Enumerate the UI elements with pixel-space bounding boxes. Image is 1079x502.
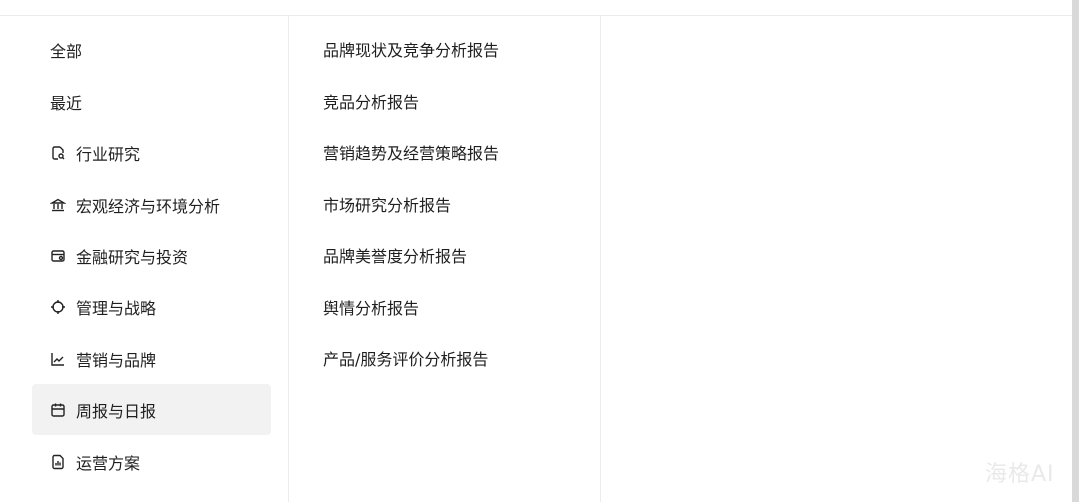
document-search-icon	[50, 145, 66, 161]
category-label: 最近	[50, 93, 83, 113]
subcategory-list: 品牌现状及竞争分析报告 竞品分析报告 营销趋势及经营策略报告 市场研究分析报告 …	[289, 16, 601, 502]
report-icon	[50, 454, 66, 470]
scrollbar-track[interactable]	[1072, 0, 1079, 502]
subcategory-item[interactable]: 营销趋势及经营策略报告	[323, 140, 499, 164]
category-label: 金融研究与投资	[76, 247, 189, 267]
category-label: 周报与日报	[76, 401, 157, 421]
category-label: 营销与品牌	[76, 350, 157, 370]
template-preview-panel	[601, 16, 1072, 502]
report-template-picker: 全部 最近 行业研究 宏观经济与环境分析 金融研究与投资 管理与战略 营销与品牌…	[0, 0, 1079, 502]
category-label: 行业研究	[76, 144, 141, 164]
subcategory-item[interactable]: 产品/服务评价分析报告	[323, 346, 488, 370]
category-item-management-strategy[interactable]: 管理与战略	[32, 281, 271, 332]
watermark: 海格AI	[985, 462, 1055, 487]
category-label: 宏观经济与环境分析	[76, 196, 221, 216]
category-item-recent[interactable]: 最近	[32, 76, 271, 127]
bank-icon	[50, 197, 66, 213]
category-item-all[interactable]: 全部	[32, 24, 271, 75]
category-item-macro-economy[interactable]: 宏观经济与环境分析	[32, 179, 271, 230]
subcategory-item[interactable]: 竞品分析报告	[323, 89, 419, 113]
category-item-operations-plan[interactable]: 运营方案	[32, 436, 271, 487]
trend-chart-icon	[50, 351, 66, 367]
card-icon	[50, 248, 66, 264]
target-icon	[50, 299, 66, 315]
category-label: 全部	[50, 41, 83, 61]
category-item-marketing-brand[interactable]: 营销与品牌	[32, 333, 271, 384]
category-item-industry-research[interactable]: 行业研究	[32, 127, 271, 178]
subcategory-item[interactable]: 品牌美誉度分析报告	[323, 243, 467, 267]
category-label: 运营方案	[76, 453, 141, 473]
category-list: 全部 最近 行业研究 宏观经济与环境分析 金融研究与投资 管理与战略 营销与品牌…	[0, 16, 289, 502]
category-item-weekly-daily[interactable]: 周报与日报	[32, 384, 271, 435]
subcategory-item[interactable]: 舆情分析报告	[323, 295, 419, 319]
subcategory-item[interactable]: 品牌现状及竞争分析报告	[323, 37, 499, 61]
category-item-finance-investment[interactable]: 金融研究与投资	[32, 230, 271, 281]
category-label: 管理与战略	[76, 298, 157, 318]
subcategory-item[interactable]: 市场研究分析报告	[323, 192, 451, 216]
calendar-icon	[50, 402, 66, 418]
